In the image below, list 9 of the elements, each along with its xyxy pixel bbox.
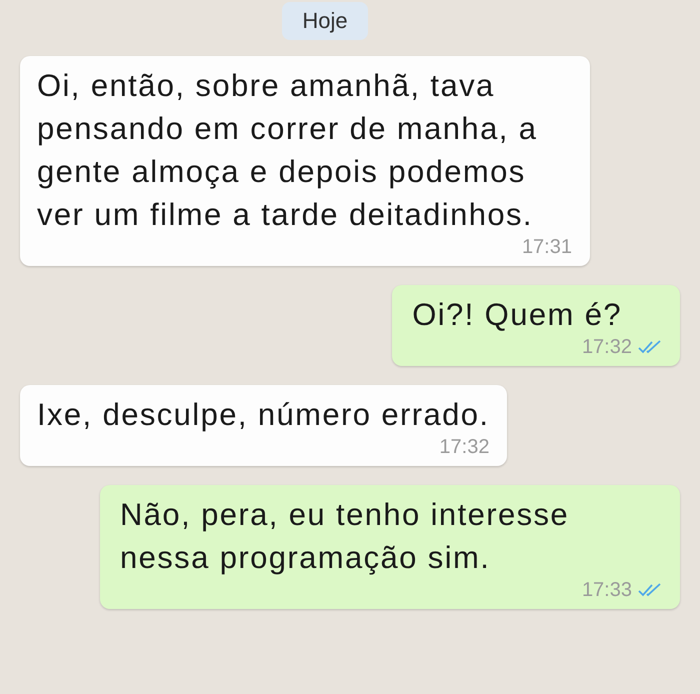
message-text: Oi, então, sobre amanhã, tava pensando em correr de manha, a gente almoça e depois podemos ver um filme a tarde deitadinhos. <box>37 67 538 234</box>
message-time: 17:32 <box>439 436 490 458</box>
message-time: 17:33 <box>582 579 632 601</box>
message-text: Oi?! Quem é? <box>412 296 623 334</box>
message-text: Não, pera, eu tenho interesse nessa programação sim. <box>120 496 570 577</box>
message-text: Ixe, desculpe, número errado. <box>37 396 490 434</box>
message-time: 17:32 <box>582 336 632 358</box>
message-time: 17:31 <box>522 236 572 258</box>
date-badge: Hoje <box>282 2 368 40</box>
